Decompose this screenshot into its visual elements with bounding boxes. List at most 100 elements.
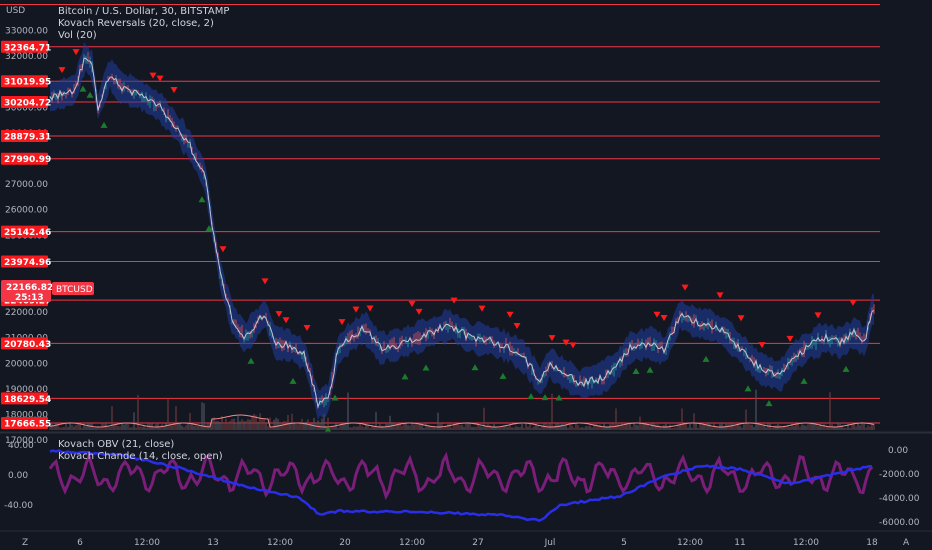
volume-bar xyxy=(793,426,795,430)
volume-bar xyxy=(143,426,145,430)
volume-bar xyxy=(335,423,337,430)
volume-bar xyxy=(753,427,755,430)
volume-bar xyxy=(569,425,571,430)
time-tick: 11 xyxy=(734,538,745,548)
volume-bar xyxy=(655,424,657,430)
price-tick: 32000.00 xyxy=(5,52,48,62)
volume-bar xyxy=(409,425,411,430)
volume-bar xyxy=(681,408,683,430)
volume-bar xyxy=(623,425,625,430)
volume-bar xyxy=(191,423,193,430)
volume-bar xyxy=(393,423,395,430)
volume-bar xyxy=(849,427,851,430)
price-tick: 26000.00 xyxy=(5,206,48,216)
time-tick: 6 xyxy=(77,538,83,548)
volume-bar xyxy=(807,424,809,430)
indicator-kovach-chande[interactable]: Kovach Chande (14, close, open) xyxy=(58,451,223,462)
volume-bar xyxy=(553,425,555,430)
volume-bar xyxy=(863,423,865,430)
volume-bar xyxy=(857,423,859,430)
symbol-title[interactable]: Bitcoin / U.S. Dollar, 30, BITSTAMP xyxy=(58,6,229,17)
osc-left-tick: -40.00 xyxy=(4,501,33,511)
volume-bar xyxy=(337,427,339,430)
volume-bar xyxy=(245,421,247,430)
volume-bar xyxy=(561,423,563,430)
volume-bar xyxy=(589,425,591,430)
indicator-kovach-reversals[interactable]: Kovach Reversals (20, close, 2) xyxy=(58,18,214,29)
volume-bar xyxy=(581,427,583,430)
volume-bar xyxy=(453,422,455,430)
volume-bar xyxy=(635,424,637,430)
volume-bar xyxy=(801,424,803,430)
volume-bar xyxy=(301,419,303,430)
currency-label: USD xyxy=(6,6,25,16)
volume-bar xyxy=(781,427,783,430)
volume-bar xyxy=(521,424,523,430)
log-scale-toggle[interactable]: Z xyxy=(22,538,28,548)
time-tick: 12:00 xyxy=(399,538,425,548)
osc-left-tick: 40.00 xyxy=(8,441,34,451)
volume-bar xyxy=(139,426,141,430)
volume-bar xyxy=(465,422,467,430)
volume-bar xyxy=(361,426,363,430)
volume-bar xyxy=(603,422,605,430)
volume-bar xyxy=(627,424,629,430)
volume-bar xyxy=(687,427,689,430)
volume-bar xyxy=(747,422,749,430)
volume-bar xyxy=(445,426,447,430)
indicator-kovach-obv[interactable]: Kovach OBV (21, close) xyxy=(58,439,174,450)
volume-bar xyxy=(591,427,593,430)
volume-bar xyxy=(803,425,805,430)
volume-bar xyxy=(739,425,741,430)
volume-bar xyxy=(119,426,121,430)
volume-bar xyxy=(761,425,763,430)
volume-bar xyxy=(257,421,259,430)
volume-bar xyxy=(699,423,701,430)
volume-bar xyxy=(317,420,319,430)
volume-bar xyxy=(189,413,191,430)
volume-bar xyxy=(425,423,427,430)
volume-bar xyxy=(305,421,307,430)
volume-bar xyxy=(805,425,807,430)
volume-bar xyxy=(359,423,361,430)
volume-bar xyxy=(309,423,311,430)
volume-bar xyxy=(413,424,415,430)
volume-bar xyxy=(551,393,553,430)
osc-right-tick: 0.00 xyxy=(888,446,908,456)
volume-bar xyxy=(637,425,639,430)
volume-bar xyxy=(125,423,127,430)
volume-bar xyxy=(331,426,333,430)
level-label: 25142.46 xyxy=(4,228,51,238)
volume-bar xyxy=(741,427,743,430)
time-tick: Jul xyxy=(544,538,556,548)
volume-bar xyxy=(847,422,849,430)
volume-bar xyxy=(187,423,189,430)
volume-bar xyxy=(749,424,751,430)
volume-bar xyxy=(439,422,441,430)
volume-bar xyxy=(185,425,187,430)
volume-bar xyxy=(133,412,135,430)
volume-bar xyxy=(771,427,773,430)
volume-bar xyxy=(141,426,143,430)
trading-chart[interactable]: Bitcoin / U.S. Dollar, 30, BITSTAMP Kova… xyxy=(0,0,932,550)
volume-bar xyxy=(679,422,681,430)
volume-bar xyxy=(293,422,295,430)
volume-bar xyxy=(535,422,537,430)
volume-bar xyxy=(353,426,355,430)
volume-bar xyxy=(843,427,845,430)
volume-bar xyxy=(311,423,313,430)
volume-bar xyxy=(153,427,155,430)
volume-bar xyxy=(471,426,473,430)
volume-bar xyxy=(251,415,253,430)
volume-bar xyxy=(171,425,173,430)
volume-bar xyxy=(61,427,63,430)
indicator-volume[interactable]: Vol (20) xyxy=(58,30,97,41)
volume-bar xyxy=(579,427,581,430)
volume-bar xyxy=(71,424,73,430)
volume-bar xyxy=(443,427,445,430)
time-tick: 27 xyxy=(472,538,483,548)
volume-bar xyxy=(845,427,847,430)
volume-bar xyxy=(145,427,147,430)
auto-scale-toggle[interactable]: A xyxy=(903,538,910,548)
volume-bar xyxy=(693,413,695,430)
